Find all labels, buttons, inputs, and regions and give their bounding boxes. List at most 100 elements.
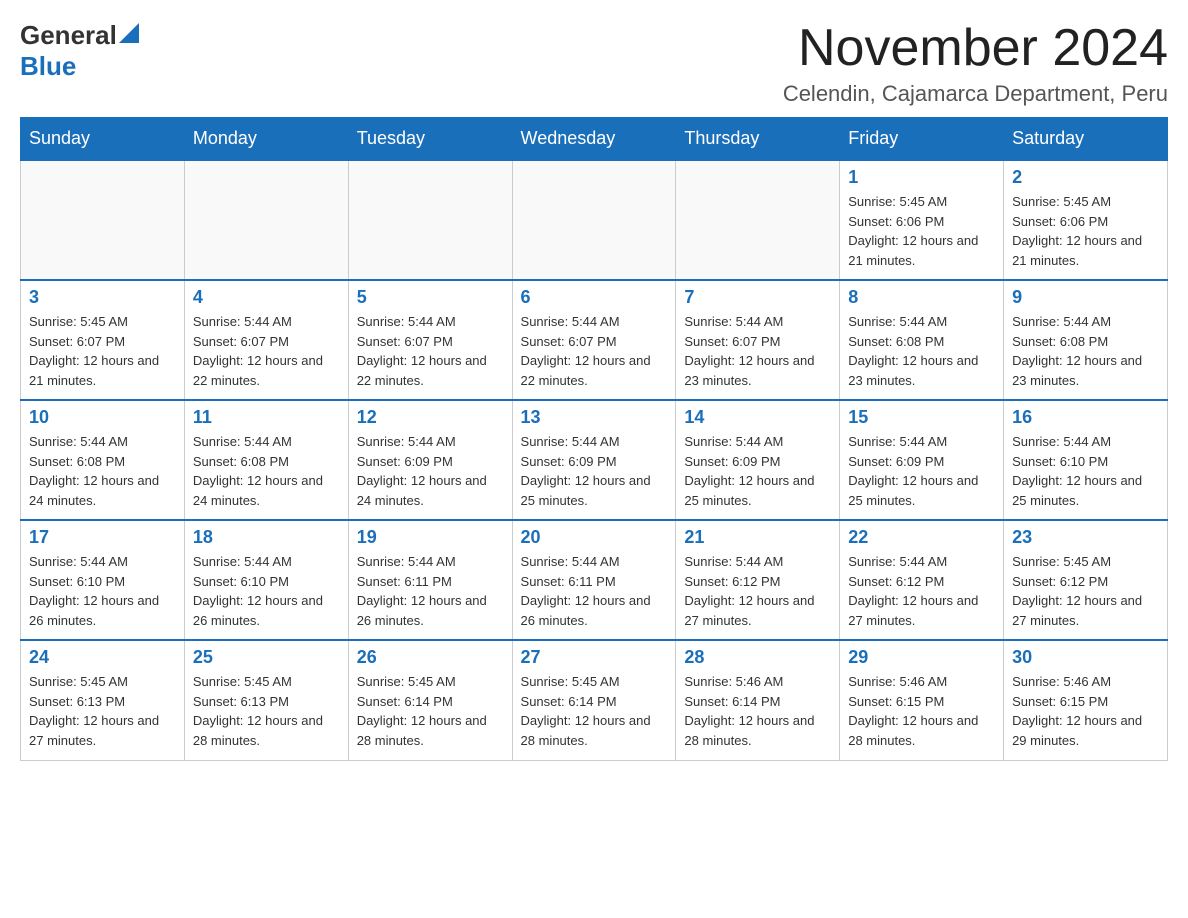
day-number: 20 bbox=[521, 527, 668, 548]
day-info: Sunrise: 5:44 AMSunset: 6:10 PMDaylight:… bbox=[193, 552, 340, 630]
day-number: 6 bbox=[521, 287, 668, 308]
day-info: Sunrise: 5:44 AMSunset: 6:08 PMDaylight:… bbox=[848, 312, 995, 390]
calendar-day-cell: 9 Sunrise: 5:44 AMSunset: 6:08 PMDaylight… bbox=[1004, 280, 1168, 400]
calendar-day-cell: 20 Sunrise: 5:44 AMSunset: 6:11 PMDayligh… bbox=[512, 520, 676, 640]
calendar-day-cell: 24 Sunrise: 5:45 AMSunset: 6:13 PMDayligh… bbox=[21, 640, 185, 760]
calendar-day-cell: 11 Sunrise: 5:44 AMSunset: 6:08 PMDayligh… bbox=[184, 400, 348, 520]
calendar-day-cell bbox=[184, 160, 348, 280]
day-info: Sunrise: 5:44 AMSunset: 6:11 PMDaylight:… bbox=[357, 552, 504, 630]
day-of-week-header: Tuesday bbox=[348, 118, 512, 161]
day-number: 21 bbox=[684, 527, 831, 548]
calendar-week-row: 1 Sunrise: 5:45 AMSunset: 6:06 PMDaylight… bbox=[21, 160, 1168, 280]
day-info: Sunrise: 5:44 AMSunset: 6:09 PMDaylight:… bbox=[684, 432, 831, 510]
day-number: 9 bbox=[1012, 287, 1159, 308]
calendar-day-cell: 19 Sunrise: 5:44 AMSunset: 6:11 PMDayligh… bbox=[348, 520, 512, 640]
day-number: 11 bbox=[193, 407, 340, 428]
day-info: Sunrise: 5:44 AMSunset: 6:08 PMDaylight:… bbox=[1012, 312, 1159, 390]
calendar-day-cell: 21 Sunrise: 5:44 AMSunset: 6:12 PMDayligh… bbox=[676, 520, 840, 640]
day-info: Sunrise: 5:45 AMSunset: 6:14 PMDaylight:… bbox=[357, 672, 504, 750]
day-number: 22 bbox=[848, 527, 995, 548]
calendar-week-row: 24 Sunrise: 5:45 AMSunset: 6:13 PMDayligh… bbox=[21, 640, 1168, 760]
day-info: Sunrise: 5:44 AMSunset: 6:07 PMDaylight:… bbox=[357, 312, 504, 390]
calendar-table: SundayMondayTuesdayWednesdayThursdayFrid… bbox=[20, 117, 1168, 761]
day-info: Sunrise: 5:44 AMSunset: 6:07 PMDaylight:… bbox=[193, 312, 340, 390]
day-number: 30 bbox=[1012, 647, 1159, 668]
day-info: Sunrise: 5:44 AMSunset: 6:09 PMDaylight:… bbox=[848, 432, 995, 510]
day-number: 4 bbox=[193, 287, 340, 308]
day-info: Sunrise: 5:44 AMSunset: 6:11 PMDaylight:… bbox=[521, 552, 668, 630]
day-of-week-header: Sunday bbox=[21, 118, 185, 161]
day-info: Sunrise: 5:44 AMSunset: 6:09 PMDaylight:… bbox=[357, 432, 504, 510]
calendar-day-cell bbox=[676, 160, 840, 280]
day-of-week-header: Wednesday bbox=[512, 118, 676, 161]
day-number: 7 bbox=[684, 287, 831, 308]
day-info: Sunrise: 5:45 AMSunset: 6:13 PMDaylight:… bbox=[193, 672, 340, 750]
day-info: Sunrise: 5:45 AMSunset: 6:12 PMDaylight:… bbox=[1012, 552, 1159, 630]
day-number: 17 bbox=[29, 527, 176, 548]
day-number: 19 bbox=[357, 527, 504, 548]
day-number: 14 bbox=[684, 407, 831, 428]
day-number: 23 bbox=[1012, 527, 1159, 548]
calendar-day-cell: 5Sunrise: 5:44 AMSunset: 6:07 PMDaylight… bbox=[348, 280, 512, 400]
calendar-week-row: 3Sunrise: 5:45 AMSunset: 6:07 PMDaylight… bbox=[21, 280, 1168, 400]
calendar-day-cell: 10Sunrise: 5:44 AMSunset: 6:08 PMDayligh… bbox=[21, 400, 185, 520]
day-number: 27 bbox=[521, 647, 668, 668]
day-info: Sunrise: 5:46 AMSunset: 6:14 PMDaylight:… bbox=[684, 672, 831, 750]
calendar-day-cell: 16 Sunrise: 5:44 AMSunset: 6:10 PMDayligh… bbox=[1004, 400, 1168, 520]
calendar-day-cell: 23 Sunrise: 5:45 AMSunset: 6:12 PMDayligh… bbox=[1004, 520, 1168, 640]
calendar-day-cell: 13 Sunrise: 5:44 AMSunset: 6:09 PMDayligh… bbox=[512, 400, 676, 520]
day-of-week-header: Friday bbox=[840, 118, 1004, 161]
day-number: 28 bbox=[684, 647, 831, 668]
page-header: General Blue November 2024 Celendin, Caj… bbox=[20, 20, 1168, 107]
calendar-day-cell: 27 Sunrise: 5:45 AMSunset: 6:14 PMDayligh… bbox=[512, 640, 676, 760]
day-of-week-header: Saturday bbox=[1004, 118, 1168, 161]
day-info: Sunrise: 5:44 AMSunset: 6:07 PMDaylight:… bbox=[521, 312, 668, 390]
day-info: Sunrise: 5:45 AMSunset: 6:14 PMDaylight:… bbox=[521, 672, 668, 750]
calendar-day-cell: 8 Sunrise: 5:44 AMSunset: 6:08 PMDaylight… bbox=[840, 280, 1004, 400]
calendar-day-cell: 6 Sunrise: 5:44 AMSunset: 6:07 PMDaylight… bbox=[512, 280, 676, 400]
day-info: Sunrise: 5:44 AMSunset: 6:08 PMDaylight:… bbox=[29, 432, 176, 510]
day-number: 16 bbox=[1012, 407, 1159, 428]
logo-triangle-icon bbox=[119, 23, 139, 43]
day-number: 13 bbox=[521, 407, 668, 428]
calendar-day-cell: 15Sunrise: 5:44 AMSunset: 6:09 PMDayligh… bbox=[840, 400, 1004, 520]
calendar-day-cell: 18 Sunrise: 5:44 AMSunset: 6:10 PMDayligh… bbox=[184, 520, 348, 640]
day-info: Sunrise: 5:44 AMSunset: 6:09 PMDaylight:… bbox=[521, 432, 668, 510]
calendar-day-cell: 2 Sunrise: 5:45 AMSunset: 6:06 PMDaylight… bbox=[1004, 160, 1168, 280]
calendar-day-cell: 4 Sunrise: 5:44 AMSunset: 6:07 PMDaylight… bbox=[184, 280, 348, 400]
calendar-day-cell: 7Sunrise: 5:44 AMSunset: 6:07 PMDaylight… bbox=[676, 280, 840, 400]
calendar-day-cell: 1 Sunrise: 5:45 AMSunset: 6:06 PMDaylight… bbox=[840, 160, 1004, 280]
day-info: Sunrise: 5:46 AMSunset: 6:15 PMDaylight:… bbox=[1012, 672, 1159, 750]
day-number: 12 bbox=[357, 407, 504, 428]
location-text: Celendin, Cajamarca Department, Peru bbox=[783, 81, 1168, 107]
calendar-day-cell bbox=[348, 160, 512, 280]
day-number: 24 bbox=[29, 647, 176, 668]
day-number: 25 bbox=[193, 647, 340, 668]
day-info: Sunrise: 5:44 AMSunset: 6:08 PMDaylight:… bbox=[193, 432, 340, 510]
day-info: Sunrise: 5:45 AMSunset: 6:06 PMDaylight:… bbox=[1012, 192, 1159, 270]
day-number: 26 bbox=[357, 647, 504, 668]
calendar-day-cell: 30 Sunrise: 5:46 AMSunset: 6:15 PMDayligh… bbox=[1004, 640, 1168, 760]
day-of-week-header: Thursday bbox=[676, 118, 840, 161]
day-number: 18 bbox=[193, 527, 340, 548]
calendar-day-cell: 22 Sunrise: 5:44 AMSunset: 6:12 PMDayligh… bbox=[840, 520, 1004, 640]
calendar-day-cell: 17Sunrise: 5:44 AMSunset: 6:10 PMDayligh… bbox=[21, 520, 185, 640]
day-info: Sunrise: 5:46 AMSunset: 6:15 PMDaylight:… bbox=[848, 672, 995, 750]
logo-general-text: General bbox=[20, 20, 117, 51]
day-number: 8 bbox=[848, 287, 995, 308]
day-number: 1 bbox=[848, 167, 995, 188]
calendar-day-cell: 3Sunrise: 5:45 AMSunset: 6:07 PMDaylight… bbox=[21, 280, 185, 400]
day-info: Sunrise: 5:44 AMSunset: 6:12 PMDaylight:… bbox=[848, 552, 995, 630]
day-info: Sunrise: 5:44 AMSunset: 6:12 PMDaylight:… bbox=[684, 552, 831, 630]
calendar-day-cell: 12 Sunrise: 5:44 AMSunset: 6:09 PMDayligh… bbox=[348, 400, 512, 520]
calendar-day-cell: 28 Sunrise: 5:46 AMSunset: 6:14 PMDayligh… bbox=[676, 640, 840, 760]
day-info: Sunrise: 5:45 AMSunset: 6:06 PMDaylight:… bbox=[848, 192, 995, 270]
calendar-header-row: SundayMondayTuesdayWednesdayThursdayFrid… bbox=[21, 118, 1168, 161]
day-info: Sunrise: 5:45 AMSunset: 6:13 PMDaylight:… bbox=[29, 672, 176, 750]
calendar-week-row: 17 Sunrise: 5:44 AMSunset: 6:10 PMDayligh… bbox=[21, 520, 1168, 640]
calendar-day-cell bbox=[21, 160, 185, 280]
day-info: Sunrise: 5:44 AMSunset: 6:10 PMDaylight:… bbox=[1012, 432, 1159, 510]
day-number: 2 bbox=[1012, 167, 1159, 188]
calendar-day-cell: 14 Sunrise: 5:44 AMSunset: 6:09 PMDayligh… bbox=[676, 400, 840, 520]
logo-blue-text: Blue bbox=[20, 51, 76, 82]
